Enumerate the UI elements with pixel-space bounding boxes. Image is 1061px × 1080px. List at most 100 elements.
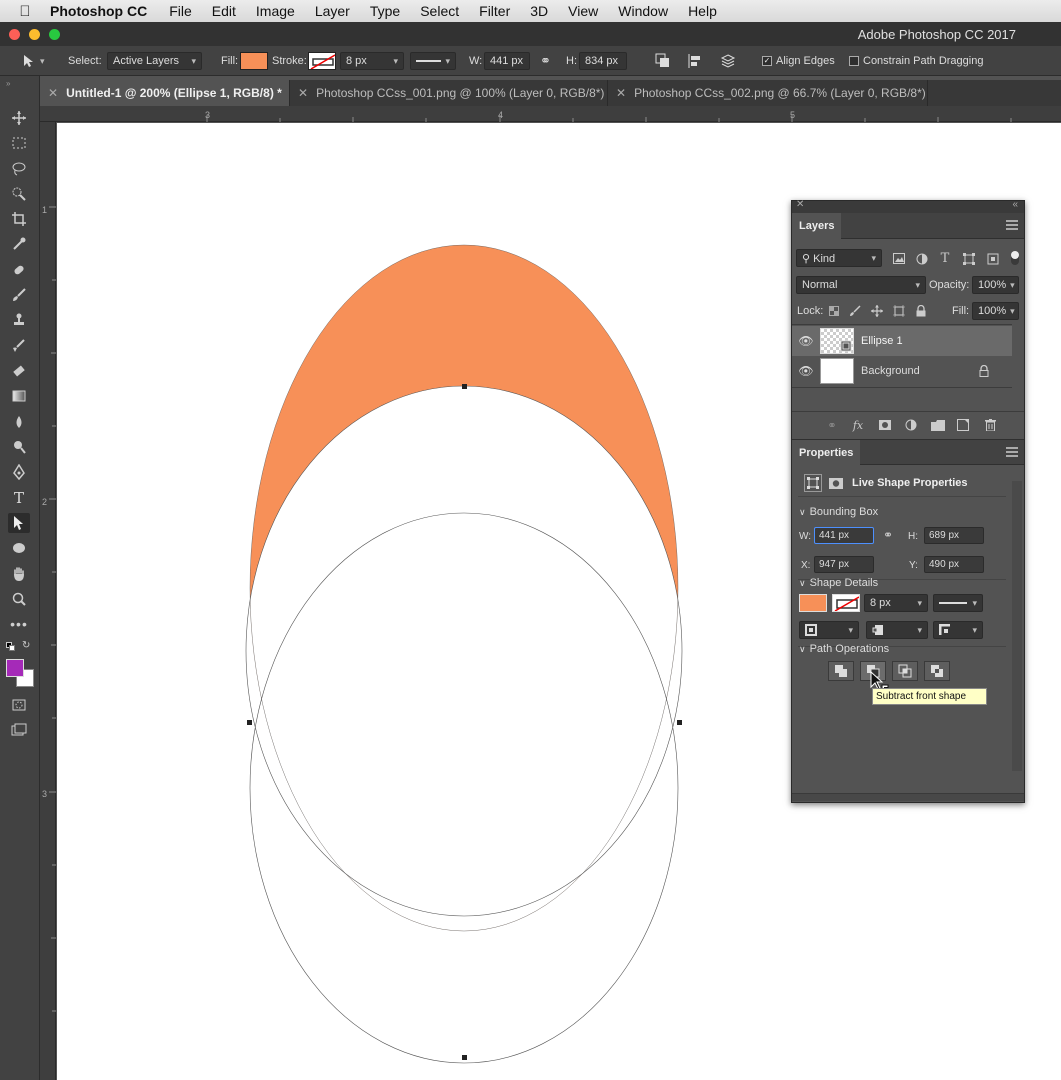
tab-layers[interactable]: Layers xyxy=(792,213,842,239)
healing-brush-tool-icon[interactable] xyxy=(8,260,30,280)
group-folder-icon[interactable] xyxy=(930,418,946,432)
close-tab-icon[interactable]: ✕ xyxy=(616,86,626,100)
brush-tool-icon[interactable] xyxy=(8,285,30,305)
layer-fill-input[interactable]: 100% ▾ xyxy=(972,302,1019,320)
eyedropper-tool-icon[interactable] xyxy=(8,234,30,254)
default-colors-icon[interactable] xyxy=(6,642,16,652)
menu-select[interactable]: Select xyxy=(420,3,459,19)
path-operations-section[interactable]: ∨ Path Operations xyxy=(799,643,889,655)
filter-adjustment-icon[interactable] xyxy=(915,252,929,265)
tab-document-3[interactable]: ✕ Photoshop CCss_002.png @ 66.7% (Layer … xyxy=(608,80,928,106)
menu-edit[interactable]: Edit xyxy=(212,3,236,19)
marquee-tool-icon[interactable] xyxy=(8,133,30,153)
screen-mode-icon[interactable] xyxy=(8,720,30,740)
panel-menu-icon[interactable] xyxy=(1006,220,1018,230)
lock-all-icon[interactable] xyxy=(914,304,928,318)
path-select-tool-preset[interactable]: ▾ xyxy=(22,46,45,76)
close-window-button[interactable] xyxy=(9,29,20,40)
gradient-tool-icon[interactable] xyxy=(8,386,30,406)
close-tab-icon[interactable]: ✕ xyxy=(48,86,58,100)
stroke-size-dropdown[interactable]: 8 px ▾ xyxy=(340,52,404,70)
panel-resize-grip[interactable] xyxy=(792,793,1024,801)
align-edges-checkbox[interactable]: ✓ xyxy=(762,56,772,66)
stroke-type-dropdown[interactable]: ▾ xyxy=(410,52,456,70)
close-tab-icon[interactable]: ✕ xyxy=(298,86,308,100)
add-mask-icon[interactable] xyxy=(878,418,892,432)
more-tools-icon[interactable]: ••• xyxy=(8,614,30,634)
exclude-overlapping-button[interactable] xyxy=(924,661,950,681)
pen-tool-icon[interactable] xyxy=(8,462,30,482)
properties-scrollbar[interactable] xyxy=(1012,481,1022,771)
combine-shapes-button[interactable] xyxy=(828,661,854,681)
layer-row-background[interactable]: 👁 Background xyxy=(792,356,1012,386)
menu-type[interactable]: Type xyxy=(370,3,400,19)
dodge-tool-icon[interactable] xyxy=(8,437,30,457)
ellipse-tool-icon[interactable] xyxy=(8,538,30,558)
stroke-swatch[interactable] xyxy=(308,52,336,70)
filter-pixel-icon[interactable] xyxy=(892,252,906,265)
stroke-corners-dropdown[interactable]: ▾ xyxy=(933,621,983,639)
type-tool-icon[interactable]: T xyxy=(8,488,30,508)
anchor-point[interactable] xyxy=(462,384,467,389)
shape-details-section[interactable]: ∨ Shape Details xyxy=(799,577,878,589)
layer-filter-dropdown[interactable]: ⚲ Kind ▾ xyxy=(796,249,882,267)
select-dropdown[interactable]: Active Layers ▾ xyxy=(107,52,202,70)
close-panel-icon[interactable]: ✕ xyxy=(796,199,804,210)
menu-file[interactable]: File xyxy=(169,3,192,19)
clone-stamp-tool-icon[interactable] xyxy=(8,310,30,330)
live-shape-icon[interactable] xyxy=(804,474,822,492)
shape-stroke-size-dropdown[interactable]: 8 px ▾ xyxy=(864,594,928,612)
height-input[interactable]: 834 px xyxy=(579,52,627,70)
constrain-path-checkbox[interactable] xyxy=(849,56,859,66)
zoom-tool-icon[interactable] xyxy=(8,589,30,609)
menu-view[interactable]: View xyxy=(568,3,598,19)
fill-swatch[interactable] xyxy=(240,52,268,70)
shape-fill-swatch[interactable] xyxy=(799,594,827,612)
filter-type-icon[interactable]: T xyxy=(938,251,952,266)
shape-stroke-type-dropdown[interactable]: ▾ xyxy=(933,594,983,612)
path-operations-icon[interactable] xyxy=(655,53,671,69)
intersect-shapes-button[interactable] xyxy=(892,661,918,681)
menu-3d[interactable]: 3D xyxy=(530,3,548,19)
new-layer-icon[interactable] xyxy=(956,418,970,432)
filter-smart-object-icon[interactable] xyxy=(986,252,1000,265)
shape-stroke-swatch[interactable] xyxy=(832,594,860,612)
quick-mask-icon[interactable] xyxy=(8,695,30,715)
anchor-point[interactable] xyxy=(677,720,682,725)
opacity-input[interactable]: 100% ▾ xyxy=(972,276,1019,294)
panel-titlebar[interactable]: ✕ « xyxy=(792,199,1024,213)
eye-visibility-icon[interactable]: 👁 xyxy=(792,364,820,378)
link-icon[interactable]: ⚭ xyxy=(883,528,893,542)
path-arrangement-icon[interactable] xyxy=(720,53,736,69)
delete-layer-icon[interactable] xyxy=(983,418,997,432)
apple-icon[interactable]:  xyxy=(0,3,50,20)
menu-help[interactable]: Help xyxy=(688,3,717,19)
lock-transparent-icon[interactable] xyxy=(828,305,840,317)
move-tool-icon[interactable] xyxy=(8,108,30,128)
menu-layer[interactable]: Layer xyxy=(315,3,350,19)
quick-selection-tool-icon[interactable] xyxy=(8,184,30,204)
fx-icon[interactable]: fx xyxy=(850,417,866,433)
history-brush-tool-icon[interactable] xyxy=(8,336,30,356)
blend-mode-dropdown[interactable]: Normal ▾ xyxy=(796,276,926,294)
anchor-point[interactable] xyxy=(247,720,252,725)
tab-document-2[interactable]: ✕ Photoshop CCss_001.png @ 100% (Layer 0… xyxy=(290,80,608,106)
minimize-window-button[interactable] xyxy=(29,29,40,40)
link-layers-icon[interactable]: ⚭ xyxy=(824,418,840,432)
app-menu[interactable]: Photoshop CC xyxy=(50,3,147,19)
filter-shape-icon[interactable] xyxy=(962,252,976,265)
bbox-width-input[interactable]: 441 px xyxy=(814,527,874,544)
lock-position-icon[interactable] xyxy=(870,304,884,318)
stroke-caps-dropdown[interactable]: ▾ xyxy=(866,621,928,639)
lock-pixels-icon[interactable] xyxy=(849,305,861,317)
path-alignment-icon[interactable] xyxy=(687,53,703,69)
collapse-panel-icon[interactable]: « xyxy=(1012,199,1018,210)
bbox-height-input[interactable]: 689 px xyxy=(924,527,984,544)
bbox-x-input[interactable]: 947 px xyxy=(814,556,874,573)
blur-tool-icon[interactable] xyxy=(8,412,30,432)
lock-artboard-icon[interactable] xyxy=(892,304,906,318)
eraser-tool-icon[interactable] xyxy=(8,361,30,381)
bbox-y-input[interactable]: 490 px xyxy=(924,556,984,573)
panel-menu-icon[interactable] xyxy=(1006,447,1018,457)
menu-image[interactable]: Image xyxy=(256,3,295,19)
